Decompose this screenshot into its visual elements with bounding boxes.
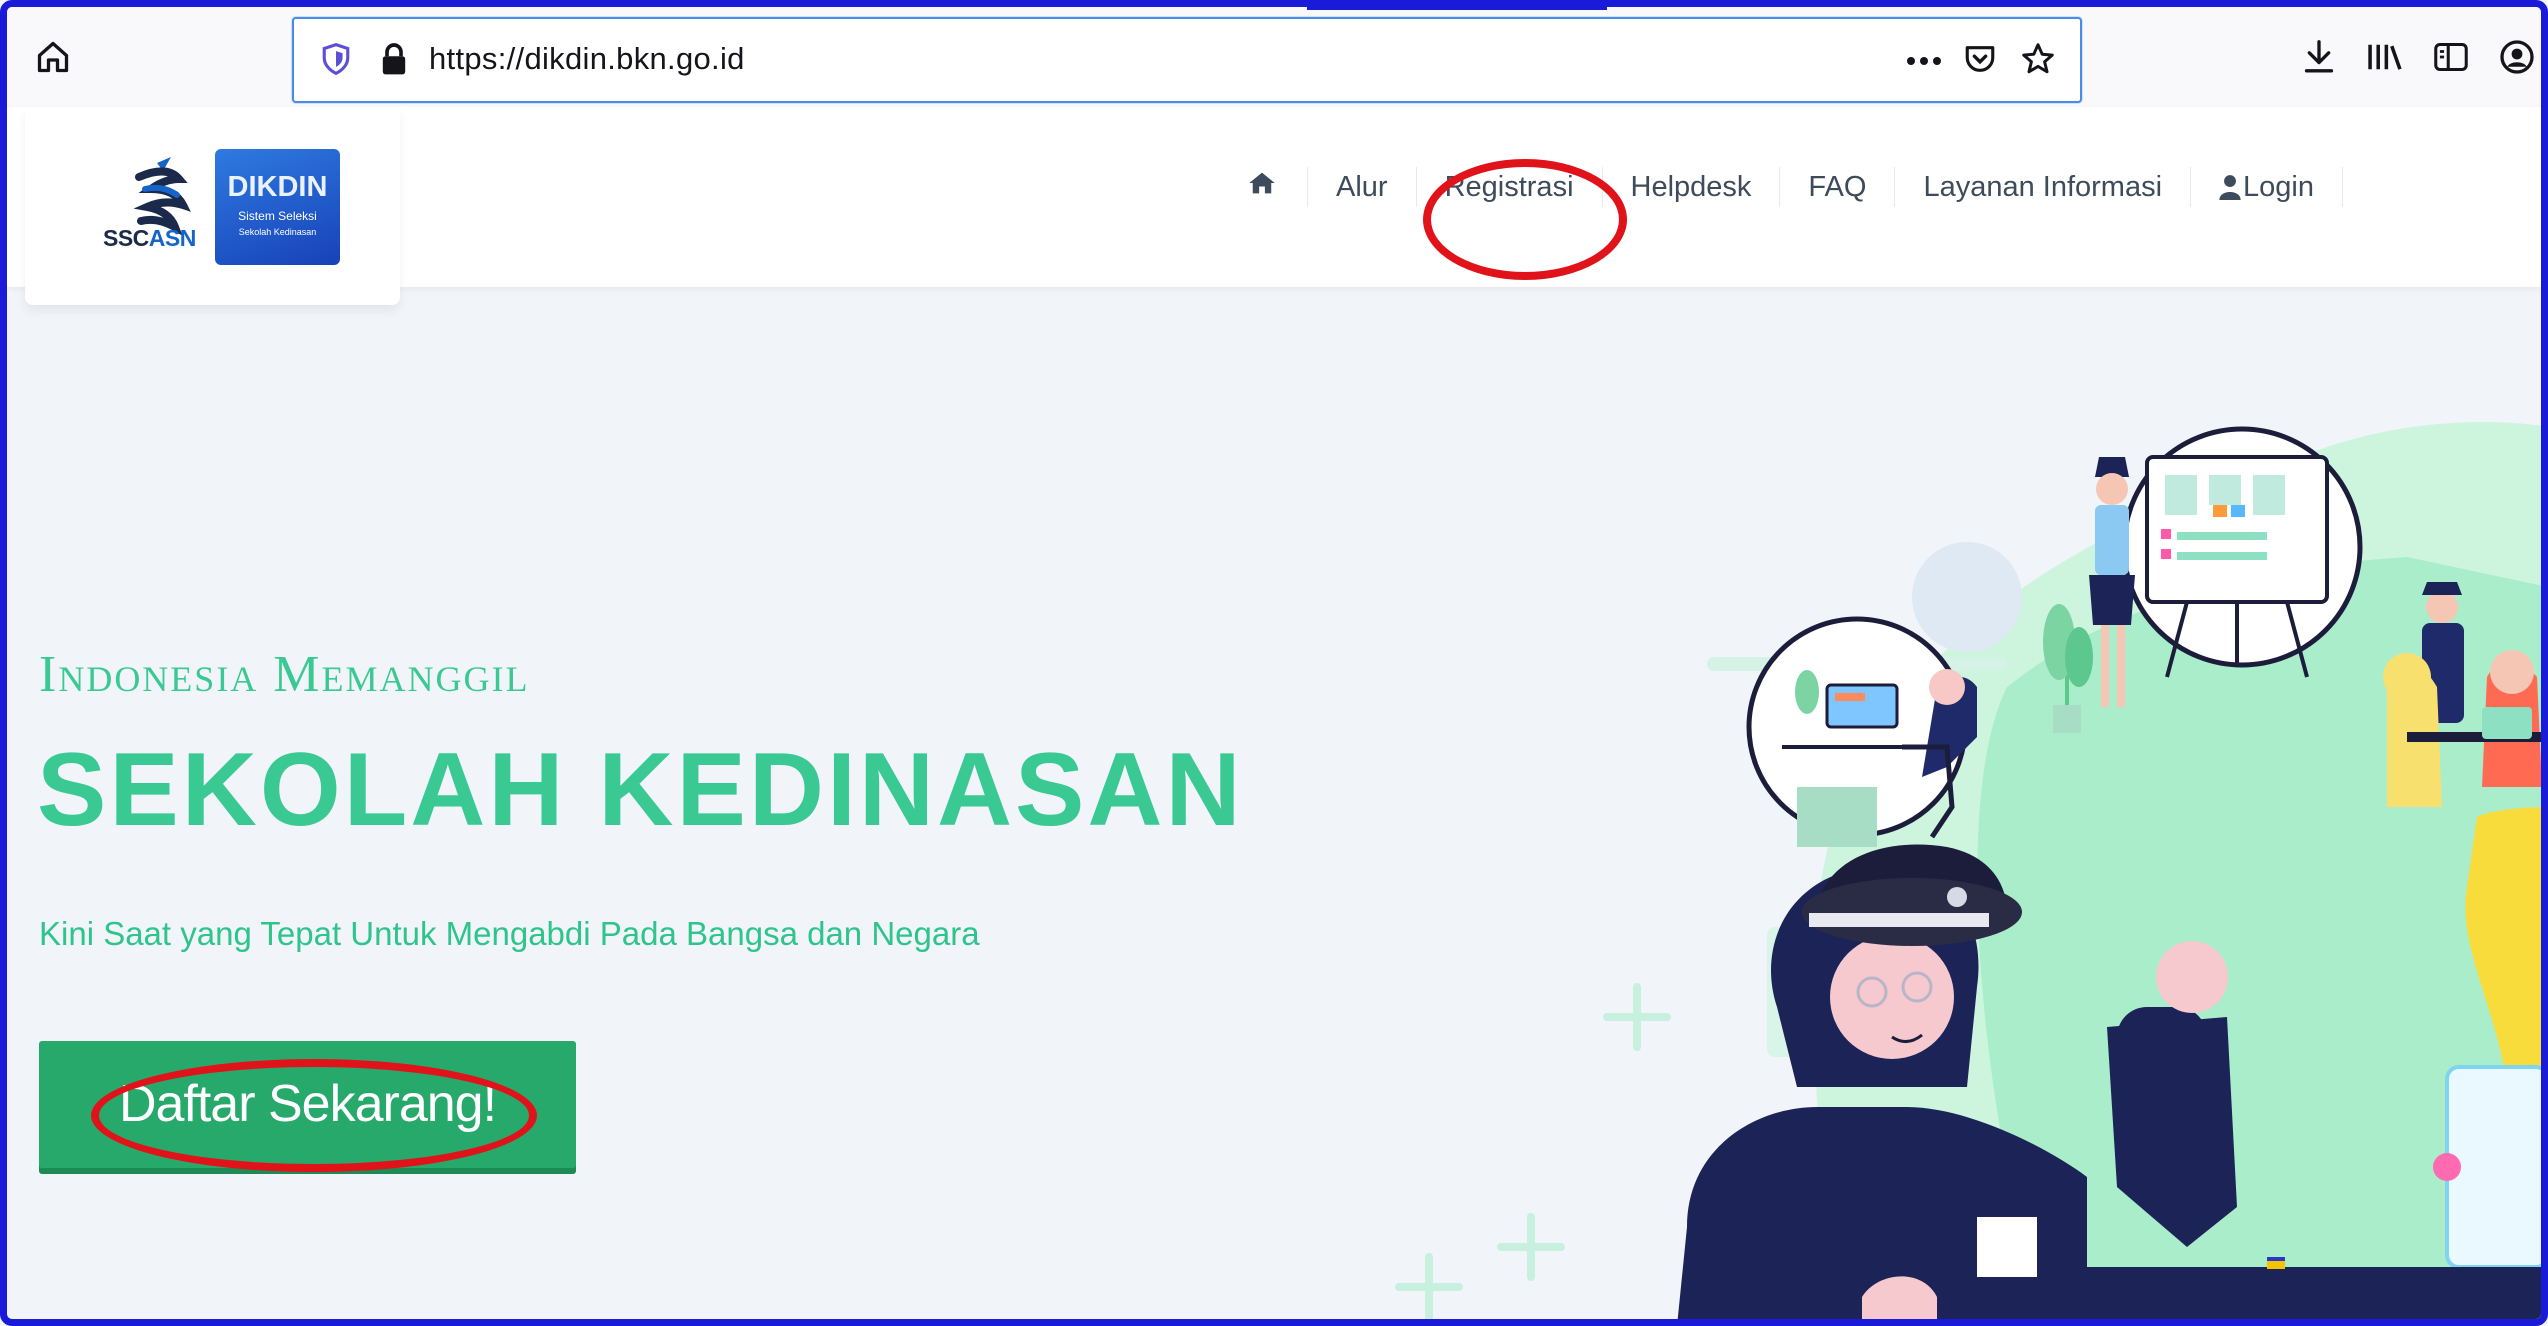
- main-nav: Alur Registrasi Helpdesk FAQ Layanan Inf…: [1237, 157, 2343, 217]
- nav-item-login[interactable]: Login: [2191, 167, 2343, 207]
- sparkle-decorations: [1395, 983, 1671, 1319]
- library-icon[interactable]: [2363, 35, 2407, 79]
- logo-card[interactable]: SSCASN DIKDIN Sistem Seleksi Sekolah Ked…: [25, 107, 400, 305]
- annotation-circle-daftar: [91, 1059, 537, 1172]
- nav-item-layanan-informasi[interactable]: Layanan Informasi: [1895, 167, 2192, 207]
- lock-icon: [372, 37, 416, 81]
- nav-item-alur[interactable]: Alur: [1308, 167, 1417, 207]
- ssc-asn-wordmark: SSCASN: [103, 225, 196, 252]
- browser-toolbar: https://dikdin.bkn.go.id: [7, 7, 2541, 108]
- star-bookmark-icon[interactable]: [2016, 37, 2060, 81]
- home-icon[interactable]: [31, 35, 75, 79]
- pocket-icon[interactable]: [1958, 37, 2002, 81]
- hero-illustration: [1395, 422, 2541, 1319]
- account-icon[interactable]: [2495, 35, 2539, 79]
- dikdin-subtitle-line1: Sistem Seleksi: [238, 209, 317, 223]
- user-icon: [2219, 174, 2241, 200]
- dikdin-badge: DIKDIN Sistem Seleksi Sekolah Kedinasan: [215, 149, 340, 265]
- ssc-suffix: ASN: [148, 225, 197, 251]
- nav-item-helpdesk[interactable]: Helpdesk: [1603, 167, 1781, 207]
- annotation-circle-registrasi: [1423, 159, 1627, 280]
- dikdin-subtitle-line2: Sekolah Kedinasan: [238, 227, 317, 237]
- hero-description: Kini Saat yang Tepat Untuk Mengabdi Pada…: [39, 915, 980, 952]
- login-label: Login: [2243, 171, 2314, 203]
- dikdin-title: DIKDIN: [227, 171, 328, 203]
- tracking-protection-shield-icon[interactable]: [314, 37, 358, 81]
- nav-home[interactable]: [1237, 167, 1308, 207]
- more-dots-icon[interactable]: [1902, 39, 1946, 83]
- screenshot-frame: https://dikdin.bkn.go.id SSCASN DIKDIN S…: [0, 0, 2548, 1326]
- nav-item-faq[interactable]: FAQ: [1780, 167, 1896, 207]
- hero-subtitle: Indonesia Memanggil: [39, 646, 530, 703]
- sidebar-icon[interactable]: [2429, 35, 2473, 79]
- home-icon: [1247, 167, 1277, 207]
- ssc-prefix: SSC: [103, 225, 149, 251]
- url-bar[interactable]: https://dikdin.bkn.go.id: [292, 17, 2082, 103]
- download-icon[interactable]: [2297, 35, 2341, 79]
- url-text: https://dikdin.bkn.go.id: [429, 41, 745, 76]
- active-tab-indicator: [1307, 7, 1607, 10]
- hero-title: SEKOLAH KEDINASAN: [37, 732, 1244, 848]
